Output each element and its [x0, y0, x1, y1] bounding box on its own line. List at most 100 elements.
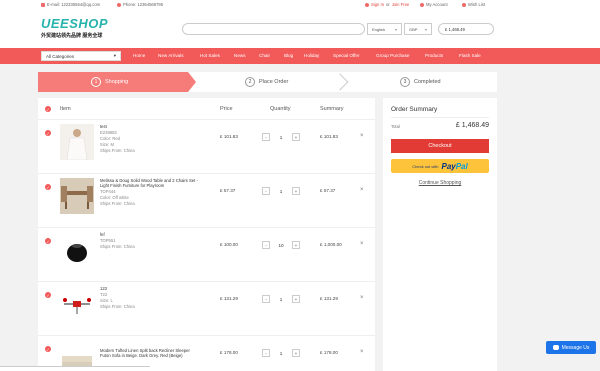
unit-price: £ 100.00 — [220, 242, 238, 247]
language-select[interactable]: English ▾ — [367, 23, 402, 35]
header-quantity: Quantity — [270, 106, 291, 112]
nav-products[interactable]: Products — [425, 53, 443, 58]
main-nav: All Categories ▾ Home New Arrivals Hot Sa… — [0, 48, 600, 64]
row-checkbox[interactable]: ✓ — [45, 238, 51, 244]
nav-hot-sales[interactable]: Hot Sales — [200, 53, 220, 58]
product-name[interactable]: test — [100, 124, 200, 129]
nav-news[interactable]: News — [234, 53, 246, 58]
decrease-button[interactable]: - — [262, 349, 270, 357]
sign-in-link[interactable]: Sign In — [371, 2, 384, 7]
decrease-button[interactable]: - — [262, 133, 270, 141]
increase-button[interactable]: + — [292, 349, 300, 357]
line-total: £ 101.83 — [320, 134, 338, 139]
nav-new-arrivals[interactable]: New Arrivals — [158, 53, 184, 58]
quantity-value[interactable]: 1 — [280, 297, 283, 302]
quantity-stepper: - 1 + — [262, 186, 300, 196]
product-size: Size: L — [100, 298, 113, 303]
remove-icon[interactable]: × — [360, 133, 364, 139]
horizontal-scrollbar[interactable] — [0, 366, 150, 371]
remove-icon[interactable]: × — [360, 187, 364, 193]
quantity-value[interactable]: 1 — [280, 351, 283, 356]
nav-special-offer[interactable]: Special Offer — [333, 53, 359, 58]
increase-button[interactable]: + — [292, 295, 300, 303]
message-us-button[interactable]: Message Us — [546, 341, 596, 354]
product-thumbnail — [60, 286, 94, 322]
remove-icon[interactable]: × — [360, 241, 364, 247]
product-name[interactable]: fef — [100, 232, 200, 237]
nav-home[interactable]: Home — [133, 53, 145, 58]
product-sku: T22 — [100, 292, 108, 297]
logo[interactable]: UEESHOP — [41, 16, 108, 31]
product-ships: Ships From: China — [100, 304, 135, 309]
decrease-button[interactable]: - — [262, 241, 270, 249]
nav-flash-sale[interactable]: Flash Sale — [459, 53, 481, 58]
row-checkbox[interactable]: ✓ — [45, 346, 51, 352]
quantity-stepper: - 1 + — [262, 294, 300, 304]
phone-icon — [117, 2, 121, 7]
header-summary: Summary — [320, 106, 344, 112]
increase-button[interactable]: + — [292, 133, 300, 141]
checkout-progress: 1 Shopping 2 Place Order 3 Completed — [38, 72, 497, 92]
header-price: Price — [220, 106, 233, 112]
remove-icon[interactable]: × — [360, 349, 364, 355]
email-info: E-mail: 122335564@qq.com — [41, 2, 100, 7]
row-checkbox[interactable]: ✓ — [45, 184, 51, 190]
remove-icon[interactable]: × — [360, 295, 364, 301]
account-icon — [420, 2, 424, 7]
order-summary: Order Summary Total £ 1,468.49 Checkout … — [383, 98, 497, 371]
nav-group-purchase[interactable]: Group Purchase — [376, 53, 409, 58]
currency-select[interactable]: GBP ▾ — [404, 23, 432, 35]
row-checkbox[interactable]: ✓ — [45, 292, 51, 298]
my-account-link[interactable]: My Account — [420, 2, 448, 7]
quantity-stepper: - 1 + — [262, 132, 300, 142]
decrease-button[interactable]: - — [262, 187, 270, 195]
search-input[interactable] — [182, 23, 365, 35]
step-completed: 3 Completed — [400, 77, 441, 87]
quantity-value[interactable]: 1 — [280, 135, 283, 140]
quantity-value[interactable]: 10 — [278, 243, 283, 248]
continue-shopping-link[interactable]: Continue Shopping — [391, 180, 489, 186]
paypal-logo: PayPal — [441, 161, 468, 171]
product-color: Color: Red — [100, 136, 121, 141]
increase-button[interactable]: + — [292, 187, 300, 195]
product-color: Color: Off white — [100, 195, 129, 200]
row-checkbox[interactable]: ✓ — [45, 130, 51, 136]
checkout-button[interactable]: Checkout — [391, 139, 489, 153]
quantity-stepper: - 1 + — [262, 348, 300, 358]
table-row: ✓ 123 T22 Size: L Ships From: China £ 13… — [38, 281, 375, 335]
sign-in-area: Sign In or Join Free — [365, 2, 409, 7]
line-total: £ 178.00 — [320, 350, 338, 355]
chevron-down-icon: ▾ — [424, 26, 427, 32]
quantity-value[interactable]: 1 — [280, 189, 283, 194]
header-cart[interactable]: £ 1,468.49 — [438, 23, 494, 35]
select-all-checkbox[interactable]: ✓ — [45, 106, 51, 112]
user-icon — [365, 2, 369, 7]
product-name[interactable]: Modern Tufted Linen Split back Recliner … — [100, 348, 200, 358]
product-image[interactable] — [60, 286, 94, 322]
chevron-down-icon: ▾ — [113, 53, 116, 58]
product-sku: TOP444 — [100, 189, 116, 194]
product-size: Size: M — [100, 142, 114, 147]
product-name[interactable]: 123 — [100, 286, 200, 291]
phone-info: Phone: 12364568795 — [117, 2, 163, 7]
step-separator-icon — [331, 73, 349, 91]
join-free-link[interactable]: Join Free — [392, 2, 409, 7]
all-categories-select[interactable]: All Categories ▾ — [41, 51, 121, 61]
paypal-checkout-button[interactable]: Check out with PayPal — [391, 159, 489, 173]
product-name[interactable]: Melissa & Doug Solid Wood Table and 2 Ch… — [100, 178, 200, 188]
product-thumbnail — [60, 124, 94, 161]
total-value: £ 1,468.49 — [455, 122, 489, 129]
nav-holiday[interactable]: Holiday — [304, 53, 319, 58]
increase-button[interactable]: + — [292, 241, 300, 249]
nav-blog[interactable]: Blog — [284, 53, 293, 58]
decrease-button[interactable]: - — [262, 295, 270, 303]
product-image[interactable] — [60, 124, 94, 161]
product-image[interactable] — [60, 178, 94, 214]
product-image[interactable] — [60, 232, 94, 268]
table-row: ✓ fef TOP551 Ships From: China £ 100.00 … — [38, 227, 375, 281]
unit-price: £ 57.37 — [220, 188, 236, 193]
unit-price: £ 131.29 — [220, 296, 238, 301]
wish-list-link[interactable]: Wish List — [462, 2, 485, 7]
nav-chair[interactable]: Chair — [259, 53, 270, 58]
unit-price: £ 101.83 — [220, 134, 238, 139]
